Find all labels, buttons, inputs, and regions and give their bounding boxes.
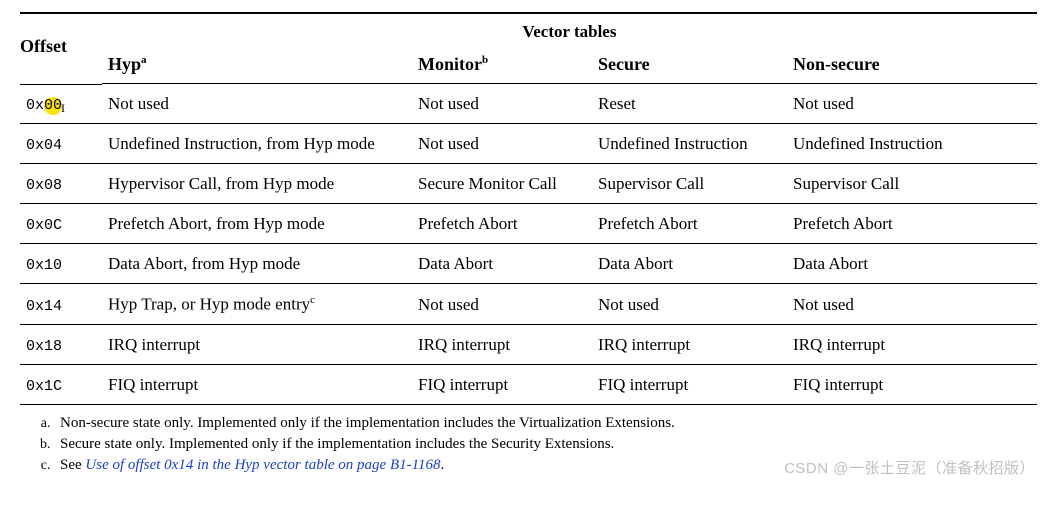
cell-monitor: IRQ interrupt [412, 324, 592, 364]
cell-monitor: FIQ interrupt [412, 364, 592, 404]
table-row: 0x18IRQ interruptIRQ interruptIRQ interr… [20, 324, 1037, 364]
table-row: 0x10Data Abort, from Hyp modeData AbortD… [20, 244, 1037, 284]
cell-secure: Not used [592, 284, 787, 325]
header-monitor: Monitorb [412, 48, 592, 84]
cell-monitor: Not used [412, 284, 592, 325]
table-row: 0x14Hyp Trap, or Hyp mode entrycNot used… [20, 284, 1037, 325]
cell-secure: Data Abort [592, 244, 787, 284]
vector-table: Offset Vector tables Hypa Monitorb Secur… [20, 18, 1037, 405]
cell-nonsecure: Data Abort [787, 244, 1037, 284]
cell-hyp: Data Abort, from Hyp mode [102, 244, 412, 284]
cell-monitor: Secure Monitor Call [412, 164, 592, 204]
table-row: 0x1CFIQ interruptFIQ interruptFIQ interr… [20, 364, 1037, 404]
cell-secure: Reset [592, 84, 787, 124]
cell-hyp: Undefined Instruction, from Hyp mode [102, 124, 412, 164]
offset-cell: 0x1C [20, 364, 102, 404]
cell-nonsecure: Undefined Instruction [787, 124, 1037, 164]
cell-monitor: Not used [412, 84, 592, 124]
cell-secure: FIQ interrupt [592, 364, 787, 404]
cell-monitor: Data Abort [412, 244, 592, 284]
cell-secure: IRQ interrupt [592, 324, 787, 364]
table-row: 0x0CPrefetch Abort, from Hyp modePrefetc… [20, 204, 1037, 244]
cell-nonsecure: IRQ interrupt [787, 324, 1037, 364]
cell-hyp: Not used [102, 84, 412, 124]
top-rule [20, 12, 1037, 14]
table-row: 0x04Undefined Instruction, from Hyp mode… [20, 124, 1037, 164]
offset-cell: 0x0C [20, 204, 102, 244]
cell-monitor: Not used [412, 124, 592, 164]
offset-cell: 0x14 [20, 284, 102, 325]
table-row: 0x00INot usedNot usedResetNot used [20, 84, 1037, 124]
cell-hyp: Prefetch Abort, from Hyp mode [102, 204, 412, 244]
header-nonsecure: Non-secure [787, 48, 1037, 84]
cell-hyp: Hypervisor Call, from Hyp mode [102, 164, 412, 204]
header-vector-tables: Vector tables [102, 18, 1037, 48]
cell-hyp: IRQ interrupt [102, 324, 412, 364]
footnote-c-link[interactable]: Use of offset 0x14 in the Hyp vector tab… [85, 457, 440, 473]
cell-nonsecure: Not used [787, 84, 1037, 124]
cell-nonsecure: FIQ interrupt [787, 364, 1037, 404]
table-row: 0x08Hypervisor Call, from Hyp modeSecure… [20, 164, 1037, 204]
cell-secure: Undefined Instruction [592, 124, 787, 164]
cell-monitor: Prefetch Abort [412, 204, 592, 244]
cell-nonsecure: Prefetch Abort [787, 204, 1037, 244]
header-hyp: Hypa [102, 48, 412, 84]
offset-cell: 0x04 [20, 124, 102, 164]
cell-secure: Prefetch Abort [592, 204, 787, 244]
offset-cell: 0x08 [20, 164, 102, 204]
cell-hyp: FIQ interrupt [102, 364, 412, 404]
offset-cell: 0x00I [20, 84, 102, 124]
offset-cell: 0x18 [20, 324, 102, 364]
text-cursor-icon: I [61, 101, 65, 115]
cell-hyp: Hyp Trap, or Hyp mode entryc [102, 284, 412, 325]
cell-nonsecure: Supervisor Call [787, 164, 1037, 204]
header-offset: Offset [20, 18, 102, 84]
watermark: CSDN @一张土豆泥（准备秋招版） [784, 457, 1035, 478]
header-secure: Secure [592, 48, 787, 84]
footnote-a: Non-secure state only. Implemented only … [54, 415, 1033, 432]
offset-cell: 0x10 [20, 244, 102, 284]
cell-secure: Supervisor Call [592, 164, 787, 204]
cell-nonsecure: Not used [787, 284, 1037, 325]
footnote-b: Secure state only. Implemented only if t… [54, 436, 1033, 453]
